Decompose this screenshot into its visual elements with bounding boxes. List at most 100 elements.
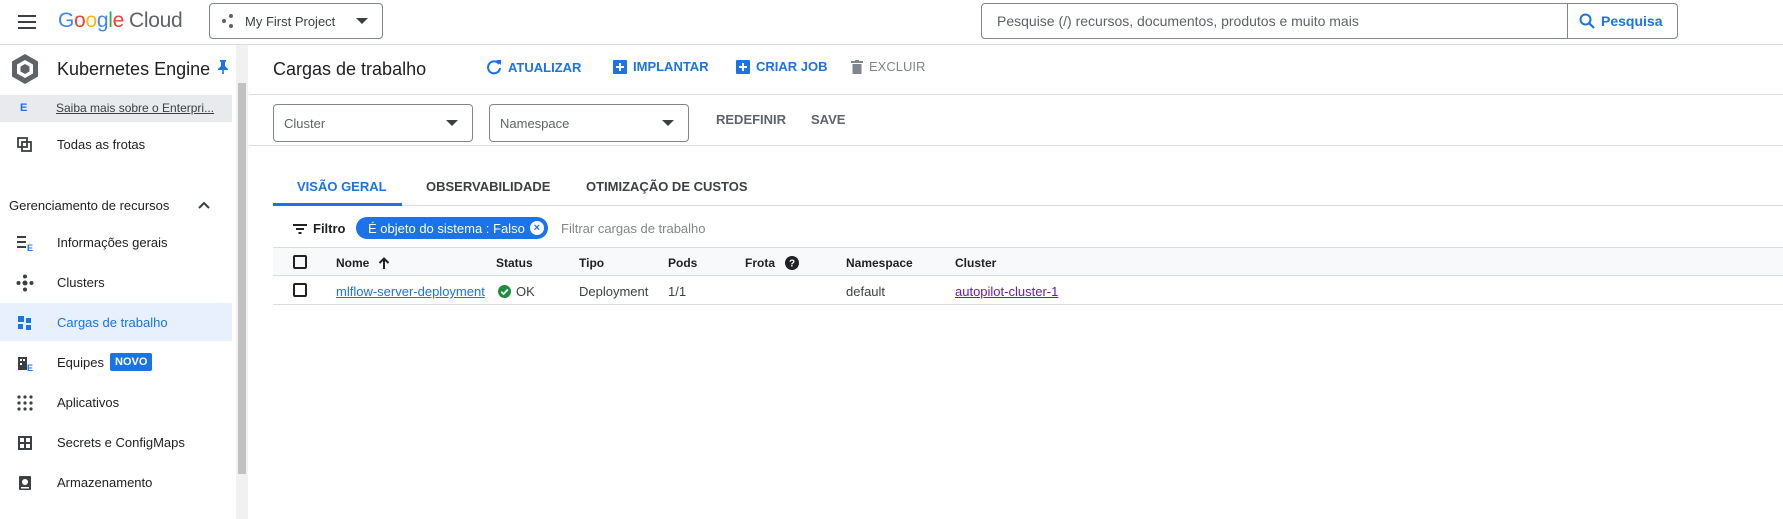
sidebar-item-label: Informações gerais [57, 235, 168, 250]
add-box-icon [613, 59, 627, 74]
product-title: Kubernetes Engine [57, 59, 211, 79]
column-type[interactable]: Tipo [579, 256, 604, 270]
sidebar-item-apps[interactable]: Aplicativos [0, 383, 232, 421]
reset-button[interactable]: REDEFINIR [716, 112, 786, 127]
filter-icon [293, 224, 307, 234]
cluster-select[interactable]: Cluster [273, 104, 473, 142]
sidebar-item-label: Clusters [57, 275, 105, 290]
sidebar-item-clusters[interactable]: Clusters [0, 263, 232, 301]
tab-observability[interactable]: OBSERVABILIDADE [426, 179, 550, 194]
project-name: My First Project [245, 13, 336, 29]
sidebar-header: Kubernetes Engine [0, 45, 237, 93]
sidebar-item-label: Todas as frotas [57, 137, 146, 152]
sort-ascending-icon [379, 256, 390, 269]
delete-label: EXCLUIR [869, 59, 926, 74]
column-pods[interactable]: Pods [668, 256, 697, 270]
create-job-button[interactable]: CRIAR JOB [736, 59, 828, 74]
namespace-cell: default [846, 284, 886, 299]
chevron-down-icon [662, 120, 674, 126]
pin-icon[interactable] [217, 60, 229, 74]
chevron-down-icon [356, 18, 368, 24]
divider [249, 94, 1783, 95]
filter-label[interactable]: Filtro [313, 221, 346, 236]
apps-grid-icon [17, 395, 33, 411]
sidebar-item-fleets[interactable]: Todas as frotas [0, 125, 232, 163]
add-box-icon [736, 59, 750, 74]
fleets-icon [17, 137, 32, 152]
new-badge: NOVO [110, 353, 153, 371]
top-bar: GoogleCloud My First Project Pesquisa [0, 0, 1783, 45]
close-icon[interactable]: × [529, 221, 544, 235]
sidebar-item-label: Aplicativos [57, 395, 120, 410]
pods-cell: 1/1 [668, 284, 687, 299]
row-checkbox[interactable] [293, 283, 307, 297]
sidebar-item-label: Equipes [57, 355, 104, 370]
refresh-icon [487, 60, 501, 75]
overview-icon: E [17, 236, 33, 252]
sidebar: Kubernetes Engine E Saiba mais sobre o E… [0, 45, 248, 519]
svg-text:E: E [27, 363, 33, 372]
search-input[interactable] [997, 13, 1567, 29]
search-button-label: Pesquisa [1601, 13, 1663, 29]
search-button[interactable]: Pesquisa [1567, 3, 1678, 39]
enterprise-badge: E [20, 102, 28, 114]
column-label: Nome [336, 256, 370, 270]
project-dots-icon [222, 14, 236, 28]
project-selector[interactable]: My First Project [209, 3, 383, 39]
chevron-down-icon [446, 120, 458, 126]
teams-icon: E [18, 357, 33, 372]
check-circle-icon [498, 285, 511, 298]
select-all-checkbox[interactable] [293, 255, 307, 269]
sidebar-item-overview[interactable]: E Informações gerais [0, 223, 232, 261]
tab-cost-optimization[interactable]: OTIMIZAÇÃO DE CUSTOS [586, 179, 748, 194]
namespace-select[interactable]: Namespace [489, 104, 689, 142]
deploy-button[interactable]: IMPLANTAR [613, 59, 709, 74]
tabs-divider [273, 205, 1783, 206]
enterprise-promo-link[interactable]: Saiba mais sobre o Enterpri... [56, 101, 214, 115]
column-namespace[interactable]: Namespace [846, 256, 913, 270]
sidebar-item-secrets[interactable]: Secrets e ConfigMaps [0, 423, 232, 461]
save-button[interactable]: SAVE [811, 112, 845, 127]
refresh-label: ATUALIZAR [508, 59, 582, 75]
table-row: mlflow-server-deployment OK Deployment 1… [273, 276, 1783, 305]
filter-workloads-input[interactable] [561, 217, 961, 239]
sidebar-item-label: Armazenamento [57, 475, 153, 490]
sidebar-item-label: Cargas de trabalho [57, 315, 168, 330]
main-content: Cargas de trabalho ATUALIZAR IMPLANTAR C… [249, 45, 1783, 519]
kubernetes-engine-icon [12, 54, 38, 84]
workloads-icon [18, 316, 31, 330]
active-tab-indicator [273, 203, 402, 206]
svg-text:E: E [27, 243, 33, 252]
column-fleet[interactable]: Frota ? [745, 256, 799, 270]
search-box [981, 3, 1568, 39]
chevron-up-icon[interactable] [198, 201, 210, 209]
google-cloud-logo[interactable]: Google Cloud [58, 9, 183, 33]
deploy-label: IMPLANTAR [633, 59, 709, 74]
status-text: OK [516, 284, 535, 299]
filter-chip[interactable]: É objeto do sistema : Falso × [356, 217, 548, 239]
column-name[interactable]: Nome [336, 256, 390, 270]
section-heading: Gerenciamento de recursos [9, 198, 170, 213]
workload-name-link[interactable]: mlflow-server-deployment [336, 284, 485, 299]
sidebar-item-label: Secrets e ConfigMaps [57, 435, 185, 450]
table-header: Nome Status Tipo Pods Frota ? Namespace … [273, 247, 1783, 276]
search-icon [1579, 13, 1595, 29]
column-cluster[interactable]: Cluster [955, 256, 996, 270]
clusters-icon [16, 274, 34, 292]
delete-button[interactable]: EXCLUIR [851, 59, 925, 74]
enterprise-promo[interactable]: E Saiba mais sobre o Enterpri... [0, 95, 232, 122]
cluster-select-placeholder: Cluster [284, 116, 326, 131]
refresh-button[interactable]: ATUALIZAR [486, 59, 581, 75]
help-icon[interactable]: ? [785, 256, 799, 270]
sidebar-item-storage[interactable]: Armazenamento [0, 463, 232, 501]
sidebar-item-teams[interactable]: E Equipes NOVO [0, 343, 232, 381]
sidebar-scrollbar[interactable] [238, 83, 246, 474]
main-menu-icon[interactable] [16, 13, 38, 31]
status-cell: OK [498, 284, 535, 299]
tab-overview[interactable]: VISÃO GERAL [297, 179, 387, 194]
column-label: Frota [745, 256, 775, 270]
column-status[interactable]: Status [496, 256, 533, 270]
trash-icon [851, 59, 863, 74]
cluster-link[interactable]: autopilot-cluster-1 [955, 284, 1058, 299]
sidebar-item-workloads[interactable]: Cargas de trabalho [0, 303, 232, 341]
